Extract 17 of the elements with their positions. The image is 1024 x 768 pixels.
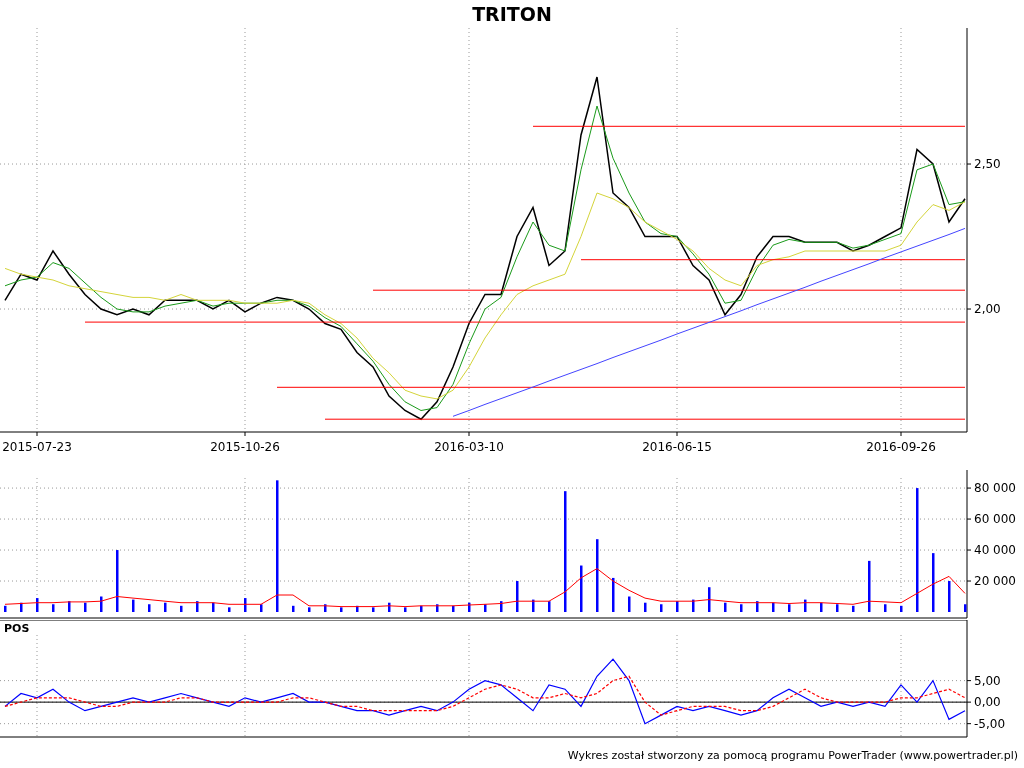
axis-label: -5,00 (974, 716, 1006, 731)
axis-label: 80 000 (974, 481, 1016, 496)
axis-label: 2,50 (974, 157, 1001, 171)
chart-title: TRITON (472, 1, 552, 27)
axis-label: 2,00 (974, 302, 1001, 317)
footer-note: Wykres został stworzony za pomocą programu PowerTrader (www.powertrader.pl) (567, 748, 1018, 764)
date-label: 2015-10-26 (210, 440, 280, 454)
axis-label: 60 000 (974, 512, 1016, 527)
axis-label: 0,00 (974, 695, 1001, 710)
date-label: 2016-06-15 (642, 440, 712, 454)
axis-label: 20 000 (974, 574, 1016, 588)
date-label: 2016-09-26 (866, 440, 936, 454)
panel-title: POS (4, 622, 30, 635)
axis-label: 40 000 (974, 543, 1016, 558)
axis-label: 5,00 (974, 673, 1001, 688)
date-label: 2015-07-23 (2, 440, 72, 454)
date-label: 2016-03-10 (434, 440, 504, 454)
